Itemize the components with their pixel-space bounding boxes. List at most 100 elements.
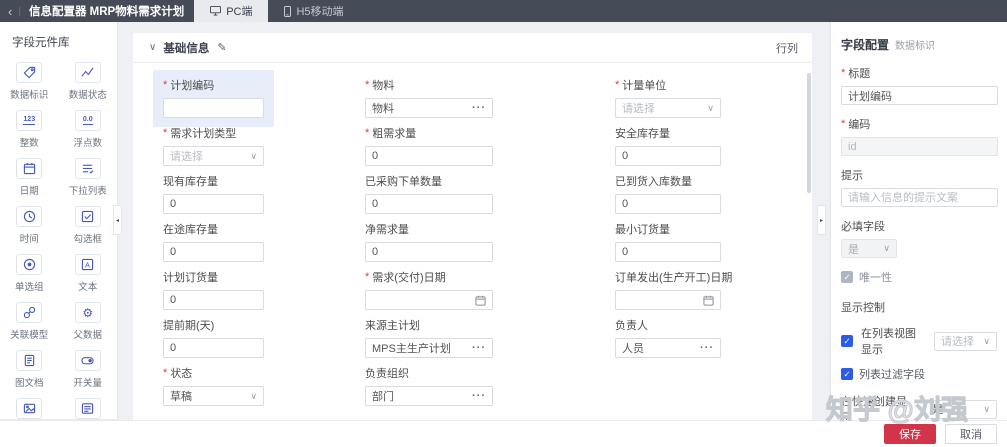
- min-order-qty-input[interactable]: [615, 242, 721, 262]
- chevron-down-icon: ∨: [707, 103, 714, 114]
- purchased-qty-input[interactable]: [365, 194, 493, 214]
- monitor-icon: [210, 6, 221, 16]
- float-0.0-icon: 0.0: [75, 110, 101, 131]
- widget-time[interactable]: 时间: [0, 206, 59, 252]
- widget-data-tag[interactable]: 数据标识: [0, 62, 59, 108]
- top-bar: ‹ | 信息配置器 MRP物料需求计划 PC端 H5移动端: [0, 0, 1007, 22]
- section-header: ∨ 基础信息 ✎ 行列: [133, 33, 812, 63]
- edit-pencil-icon[interactable]: ✎: [217, 41, 226, 54]
- chevron-down-icon: ∨: [983, 404, 990, 415]
- field-lead-time-days: 提前期(天): [163, 317, 365, 365]
- material-lookup[interactable]: 物料···: [365, 98, 493, 118]
- required-asterisk: *: [163, 127, 167, 139]
- demand-plan-type-select[interactable]: 请选择∨: [163, 146, 264, 166]
- required-asterisk: *: [163, 79, 167, 91]
- config-title-field: *标题: [841, 65, 997, 105]
- owner-org-lookup[interactable]: 部门···: [365, 386, 493, 406]
- net-demand-input[interactable]: [365, 242, 493, 262]
- field-unit: *计量单位 请选择∨: [615, 77, 812, 125]
- collapse-config-handle[interactable]: ▸: [817, 205, 826, 235]
- calendar-icon: [16, 158, 42, 179]
- demand-delivery-date-picker[interactable]: [365, 290, 493, 310]
- planned-order-qty-input[interactable]: [163, 290, 264, 310]
- form-grid: *计划编码 *物料 物料··· *计量单位 请选择∨ *需求计划类型 请选择∨: [133, 63, 812, 413]
- widget-date[interactable]: 日期: [0, 158, 59, 204]
- list-filter-row: ✓ 列表过滤字段: [841, 366, 997, 382]
- config-title-input[interactable]: [841, 86, 998, 105]
- selected-field-highlight[interactable]: *计划编码: [153, 70, 274, 127]
- vertical-scrollbar[interactable]: [807, 73, 811, 193]
- phone-icon: [284, 6, 291, 17]
- tab-h5-mobile[interactable]: H5移动端: [268, 0, 359, 22]
- widget-switch[interactable]: 开关量: [59, 350, 118, 396]
- required-asterisk: *: [841, 118, 845, 130]
- widget-integer[interactable]: 123 整数: [0, 110, 59, 156]
- widget-data-status[interactable]: 数据状态: [59, 62, 118, 108]
- ellipsis-icon: ···: [472, 102, 486, 114]
- order-release-date-picker[interactable]: [615, 290, 721, 310]
- widget-text[interactable]: A 文本: [59, 254, 118, 300]
- dropdown-list-icon: [75, 158, 101, 179]
- config-panel-subtitle: 数据标识: [895, 37, 935, 52]
- triangle-left-icon: ◂: [116, 217, 119, 224]
- widget-radio-group[interactable]: 单选组: [0, 254, 59, 300]
- chevron-down-icon: ∨: [250, 151, 257, 162]
- field-order-release-date: 订单发出(生产开工)日期: [615, 269, 812, 317]
- field-on-hand-stock: 现有库存量: [163, 173, 365, 221]
- widget-checkbox[interactable]: 勾选框: [59, 206, 118, 252]
- long-text-icon: [75, 398, 101, 419]
- field-material: *物料 物料···: [365, 77, 615, 125]
- safety-stock-input[interactable]: [615, 146, 721, 166]
- field-owner-org: 负责组织 部门···: [365, 365, 615, 413]
- checkbox-icon: [75, 206, 101, 227]
- plan-code-input[interactable]: [163, 98, 264, 118]
- widget-float[interactable]: 0.0 浮点数: [59, 110, 118, 156]
- triangle-right-icon: ▸: [820, 217, 823, 224]
- collapse-section-icon[interactable]: ∨: [149, 42, 156, 53]
- show-in-list-checkbox[interactable]: ✓: [841, 335, 853, 347]
- toggle-icon: [75, 350, 101, 371]
- save-button[interactable]: 保存: [884, 424, 936, 444]
- back-button[interactable]: ‹: [0, 0, 18, 22]
- source-master-plan-lookup[interactable]: MPS主生产计划···: [365, 338, 493, 358]
- form-card: ∨ 基础信息 ✎ 行列 *计划编码 *物料 物料···: [133, 33, 812, 420]
- field-in-transit-stock: 在途库存量: [163, 221, 365, 269]
- lead-time-input[interactable]: [163, 338, 264, 358]
- field-config-panel: 字段配置 数据标识 *标题 *编码 提示 必填字段 是∨ ✓ 唯一性 显示控制 …: [830, 22, 1007, 420]
- field-gross-demand: *粗需求量: [365, 125, 615, 173]
- check-icon: ✓: [843, 272, 850, 283]
- ellipsis-icon: ···: [472, 390, 486, 402]
- collapse-sidebar-handle[interactable]: ◂: [113, 205, 122, 235]
- in-transit-stock-input[interactable]: [163, 242, 264, 262]
- quick-create-select[interactable]: 是∨: [925, 400, 997, 419]
- unit-select[interactable]: 请选择∨: [615, 98, 721, 118]
- widget-dropdown-list[interactable]: 下拉列表: [59, 158, 118, 204]
- link-icon: [16, 302, 42, 323]
- widget-parent-data[interactable]: ⚙ 父数据: [59, 302, 118, 348]
- owner-person-lookup[interactable]: 人员···: [615, 338, 721, 358]
- rowcol-button[interactable]: 行列: [776, 40, 798, 56]
- list-filter-checkbox[interactable]: ✓: [841, 368, 853, 380]
- chevron-left-icon: ‹: [8, 4, 12, 19]
- widget-image-document[interactable]: 图文档: [0, 350, 59, 396]
- config-panel-title: 字段配置: [841, 36, 889, 53]
- config-hint-input[interactable]: [841, 188, 998, 207]
- sidebar-title: 字段元件库: [0, 22, 117, 50]
- on-hand-stock-input[interactable]: [163, 194, 264, 214]
- chevron-down-icon: ∨: [883, 243, 890, 254]
- config-code-field: *编码: [841, 116, 997, 156]
- check-icon: ✓: [843, 369, 850, 380]
- status-select[interactable]: 草稿∨: [163, 386, 264, 406]
- show-in-list-select[interactable]: 请选择∨: [934, 332, 997, 351]
- tab-h5-label: H5移动端: [296, 3, 343, 19]
- received-qty-input[interactable]: [615, 194, 721, 214]
- field-safety-stock: 安全库存量: [615, 125, 812, 173]
- required-asterisk: *: [365, 127, 369, 139]
- tab-pc[interactable]: PC端: [194, 0, 268, 22]
- cancel-button[interactable]: 取消: [945, 424, 997, 444]
- document-icon: [16, 350, 42, 371]
- field-widget-library: 字段元件库 数据标识 数据状态 123 整数 0.0 浮点数 日期: [0, 22, 118, 420]
- gross-demand-input[interactable]: [365, 146, 493, 166]
- widget-relation-model[interactable]: 关联模型: [0, 302, 59, 348]
- required-asterisk: *: [365, 79, 369, 91]
